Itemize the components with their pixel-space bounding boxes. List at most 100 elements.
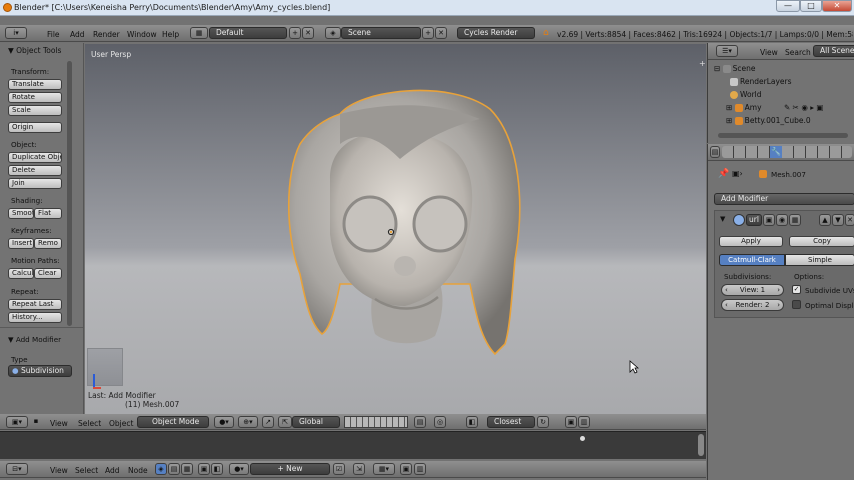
outliner-item-renderlayers[interactable]: RenderLayers	[708, 75, 854, 88]
catmull-clark-tab[interactable]: Catmull-Clark	[719, 254, 785, 266]
translate-button[interactable]: Translate	[8, 79, 62, 90]
remove-screen-icon[interactable]: ✕	[302, 27, 314, 39]
outliner-type-icon[interactable]: ☰▾	[716, 45, 738, 57]
object-shader-icon[interactable]: ▣	[198, 463, 210, 475]
render-levels-right-arrow-icon[interactable]: ›	[777, 300, 780, 310]
maximize-button[interactable]: □	[800, 0, 822, 12]
modifier-show-render-icon[interactable]: ▣	[763, 214, 775, 226]
close-button[interactable]: ✕	[822, 0, 852, 12]
view-levels-field[interactable]: ‹ View: 1 ›	[721, 284, 784, 296]
transform-orientation-select[interactable]: Global	[292, 416, 340, 428]
modifier-move-down-icon[interactable]: ▼	[832, 214, 844, 226]
material-slot-icon[interactable]: ●▾	[229, 463, 249, 475]
scale-button[interactable]: Scale	[8, 105, 62, 116]
snap-target-select[interactable]: Closest	[487, 416, 535, 428]
remove-scene-icon[interactable]: ✕	[435, 27, 447, 39]
screen-layout-field[interactable]: Default	[209, 27, 287, 39]
render-levels-left-arrow-icon[interactable]: ‹	[725, 300, 728, 310]
viewport-shading-icon[interactable]: ●▾	[214, 416, 234, 428]
new-material-button[interactable]: + New	[250, 463, 330, 475]
modifier-name-field[interactable]: url	[746, 214, 762, 226]
outliner-hscrollbar[interactable]	[718, 133, 848, 138]
outliner-item-amy[interactable]: ⊞ Amy ✎ ✂ ◉ ▸ ▣	[708, 101, 854, 114]
repeat-history-button[interactable]: History...	[8, 312, 62, 323]
layer-buttons[interactable]	[344, 416, 408, 428]
outliner-search-menu[interactable]: Search	[785, 48, 811, 57]
proportional-edit-icon[interactable]: ◎	[434, 416, 446, 428]
add-modifier-button[interactable]: Add Modifier	[714, 193, 854, 205]
clear-paths-button[interactable]: Clear	[34, 268, 62, 279]
properties-context-tabs[interactable]	[722, 146, 852, 158]
node-add-menu[interactable]: Add	[105, 466, 120, 475]
world-shader-icon[interactable]: ◧	[211, 463, 223, 475]
toolshelf-scrollbar[interactable]	[67, 61, 72, 326]
add-scene-icon[interactable]: +	[422, 27, 434, 39]
minimize-button[interactable]: —	[776, 0, 800, 12]
outliner-view-menu[interactable]: View	[760, 48, 778, 57]
object-tools-header[interactable]: ▼ Object Tools	[8, 46, 61, 55]
lock-layers-icon[interactable]: ▤	[414, 416, 426, 428]
use-nodes-icon[interactable]: ☑	[333, 463, 345, 475]
repeat-last-button[interactable]: Repeat Last	[8, 299, 62, 310]
view-levels-right-arrow-icon[interactable]: ›	[777, 285, 780, 295]
optimal-display-checkbox[interactable]	[792, 300, 801, 309]
menu-render[interactable]: Render	[93, 30, 120, 39]
menu-collapse-icon[interactable]: ▪	[30, 416, 42, 428]
modifier-move-up-icon[interactable]: ▲	[819, 214, 831, 226]
duplicate-objects-button[interactable]: Duplicate Obje	[8, 152, 62, 163]
select-menu[interactable]: Select	[78, 419, 101, 428]
node-render-icon[interactable]: ▣	[400, 463, 412, 475]
composite-nodes-icon[interactable]: ▤	[168, 463, 180, 475]
copy-modifier-button[interactable]: Copy	[789, 236, 854, 247]
pin-icon[interactable]: 📌	[718, 169, 729, 179]
screen-layout-icon[interactable]: ▦	[190, 27, 208, 39]
scene-field[interactable]: Scene	[341, 27, 421, 39]
menu-window[interactable]: Window	[127, 30, 157, 39]
texture-nodes-icon[interactable]: ▦	[181, 463, 193, 475]
shader-nodes-icon[interactable]: ◈	[155, 463, 167, 475]
view-levels-left-arrow-icon[interactable]: ‹	[725, 285, 728, 295]
editor-type-icon[interactable]: i▾	[5, 27, 27, 39]
node-backdrop-icon[interactable]: ▥	[414, 463, 426, 475]
node-node-menu[interactable]: Node	[128, 466, 148, 475]
3d-viewport[interactable]: User Persp Last: Add Modifier (11) Mesh.…	[85, 44, 706, 414]
outliner-item-scene[interactable]: ⊟ Scene	[708, 62, 854, 75]
shade-smooth-button[interactable]: Smoot	[8, 208, 34, 219]
timeline-scroll-handle[interactable]	[580, 436, 585, 441]
modifier-remove-icon[interactable]: ✕	[845, 214, 854, 226]
mode-select[interactable]: Object Mode	[137, 416, 209, 428]
remove-keyframe-button[interactable]: Remo	[34, 238, 62, 249]
timeline-area[interactable]	[0, 431, 706, 459]
outliner-item-betty[interactable]: ⊞ Betty.001_Cube.0	[708, 114, 854, 127]
outliner-display-select[interactable]: All Scenes	[813, 45, 854, 57]
origin-button[interactable]: Origin	[8, 122, 62, 133]
manipulator-icon[interactable]: ↗	[262, 416, 274, 428]
delete-button[interactable]: Delete	[8, 165, 62, 176]
insert-keyframe-button[interactable]: Insert	[8, 238, 34, 249]
node-editor-type-icon[interactable]: ⊟▾	[6, 463, 28, 475]
view-menu[interactable]: View	[50, 419, 68, 428]
snap-toggle-icon[interactable]: ◧	[466, 416, 478, 428]
view3d-editor-type-icon[interactable]: ▣▾	[6, 416, 28, 428]
transform-orientation-icon[interactable]: ⇱	[278, 416, 292, 428]
node-snap-target-icon[interactable]: ▦▾	[373, 463, 395, 475]
modifier-expand-icon[interactable]: ▼	[720, 215, 725, 223]
shade-flat-button[interactable]: Flat	[34, 208, 62, 219]
node-view-menu[interactable]: View	[50, 466, 68, 475]
render-engine-select[interactable]: Cycles Render	[457, 27, 535, 39]
add-screen-icon[interactable]: +	[289, 27, 301, 39]
visibility-icons[interactable]: ✎ ✂ ◉ ▸ ▣	[784, 101, 824, 114]
menu-file[interactable]: File	[47, 30, 60, 39]
simple-tab[interactable]: Simple	[785, 254, 854, 266]
render-levels-field[interactable]: ‹ Render: 2 ›	[721, 299, 784, 311]
snap-node-icon[interactable]: ⇲	[353, 463, 365, 475]
viewport-plus-icon[interactable]: +	[699, 59, 706, 68]
join-button[interactable]: Join	[8, 178, 62, 189]
add-modifier-operator-header[interactable]: ▼ Add Modifier	[8, 335, 61, 344]
render-animation-icon[interactable]: ▥	[578, 416, 590, 428]
rotate-button[interactable]: Rotate	[8, 92, 62, 103]
timeline-scrollbar[interactable]	[698, 434, 704, 456]
node-select-menu[interactable]: Select	[75, 466, 98, 475]
subdivide-uvs-checkbox[interactable]: ✓	[792, 285, 801, 294]
head-mesh[interactable]	[280, 84, 530, 359]
